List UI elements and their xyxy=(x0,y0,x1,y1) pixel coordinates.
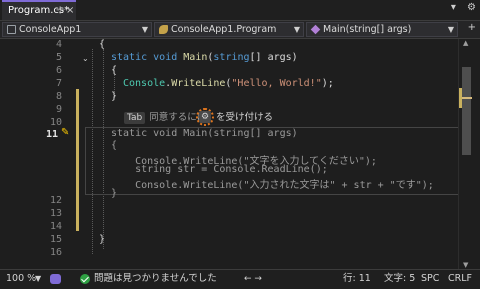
no-issues-check-icon[interactable] xyxy=(80,274,90,284)
method-icon xyxy=(310,24,321,35)
chevron-down-icon: ▼ xyxy=(293,25,300,34)
navigation-bar: ConsoleApp1 ▼ ConsoleApp1.Program ▼ Main… xyxy=(0,21,480,39)
chevron-down-icon: ▼ xyxy=(447,25,454,34)
ghost-line: static void Main(string[] args) xyxy=(111,128,298,139)
zoom-level[interactable]: 100 % xyxy=(6,270,36,288)
vertical-scrollbar[interactable]: ▲ ▼ xyxy=(458,39,475,269)
status-bar: 100 % ▼ 問題は見つかりませんでした ← → 行: 11 文字: 5 SP… xyxy=(0,269,480,289)
project-dropdown[interactable]: ConsoleApp1 ▼ xyxy=(2,22,152,37)
line-number: 13 xyxy=(49,208,62,219)
ghost-line: string str = Console.ReadLine(); xyxy=(111,164,328,175)
line-number: 8 xyxy=(55,91,62,102)
member-dropdown[interactable]: Main(string[] args) ▼ xyxy=(306,22,458,37)
scroll-up-icon[interactable]: ▲ xyxy=(463,39,468,47)
copilot-icon[interactable] xyxy=(50,274,61,284)
nav-arrows-icon[interactable]: ← → xyxy=(244,270,262,288)
class-dropdown[interactable]: ConsoleApp1.Program ▼ xyxy=(154,22,304,37)
ghost-line: } xyxy=(111,188,118,199)
scrollbar-thumb[interactable] xyxy=(462,67,471,155)
line-indicator[interactable]: 行: 11 xyxy=(343,270,371,288)
inline-suggestion-hint: Tab 同意するには ⚙ を受け付ける xyxy=(124,108,273,126)
copilot-pen-icon[interactable]: ✎ xyxy=(61,127,73,139)
tab-bar: Program.cs* ⊹ × ▾ ⚙ xyxy=(0,0,480,21)
scroll-down-icon[interactable]: ▼ xyxy=(463,261,468,269)
chevron-down-icon: ▼ xyxy=(141,25,148,34)
code-line-4: { xyxy=(99,39,106,50)
class-icon xyxy=(159,25,168,34)
suggestion-settings-icon[interactable]: ⚙ xyxy=(199,111,211,123)
change-marker xyxy=(76,89,79,231)
code-line-8: } xyxy=(111,91,118,102)
code-line-6: { xyxy=(111,65,118,76)
line-number: 12 xyxy=(49,195,62,206)
member-label: Main(string[] args) xyxy=(323,24,412,35)
line-number: 7 xyxy=(55,78,62,89)
line-number: 14 xyxy=(49,221,62,232)
zoom-chevron-icon[interactable]: ▼ xyxy=(35,270,41,288)
issues-status-text[interactable]: 問題は見つかりませんでした xyxy=(94,270,217,288)
collapse-chevron-icon[interactable]: ⌄ xyxy=(82,54,89,63)
tab-key-badge[interactable]: Tab xyxy=(124,112,146,124)
settings-gear-icon[interactable]: ⚙ xyxy=(467,2,476,13)
split-editor-add-icon[interactable]: + xyxy=(468,22,476,33)
line-ending-indicator[interactable]: CRLF xyxy=(448,270,472,288)
column-indicator[interactable]: 文字: 5 xyxy=(384,270,415,288)
code-line-7: Console.WriteLine("Hello, World!"); xyxy=(123,78,334,89)
tab-list-dropdown-icon[interactable]: ▾ xyxy=(451,2,456,13)
line-number: 4 xyxy=(55,39,62,50)
line-number: 15 xyxy=(49,234,62,245)
code-line-15: } xyxy=(99,234,106,245)
code-line-5: static void Main(string[] args) xyxy=(111,52,298,63)
current-line-number: 11 xyxy=(45,129,58,140)
pin-icon[interactable]: ⊹ xyxy=(56,2,64,19)
line-number: 5 xyxy=(55,52,62,63)
line-number: 9 xyxy=(55,104,62,115)
whitespace-indicator[interactable]: SPC xyxy=(421,270,439,288)
line-number: 10 xyxy=(49,117,62,128)
scroll-caret-marker xyxy=(462,97,472,99)
hint-more-text: を受け付ける xyxy=(216,112,274,123)
line-number: 6 xyxy=(55,65,62,76)
close-icon[interactable]: × xyxy=(66,2,74,19)
project-label: ConsoleApp1 xyxy=(19,24,82,35)
ghost-line: Console.WriteLine("入力された文字は" + str + "です… xyxy=(111,180,434,191)
class-label: ConsoleApp1.Program xyxy=(171,24,277,35)
tabbar-actions: ▾ ⚙ xyxy=(443,2,476,13)
code-editor[interactable]: 4 5 6 7 8 9 10 11 12 13 14 15 16 ⌄ { sta… xyxy=(0,39,480,269)
tab-program-cs[interactable]: Program.cs* ⊹ × xyxy=(2,0,76,20)
csharp-project-icon xyxy=(7,25,16,34)
line-number: 16 xyxy=(49,247,62,258)
ghost-line: { xyxy=(111,140,118,151)
